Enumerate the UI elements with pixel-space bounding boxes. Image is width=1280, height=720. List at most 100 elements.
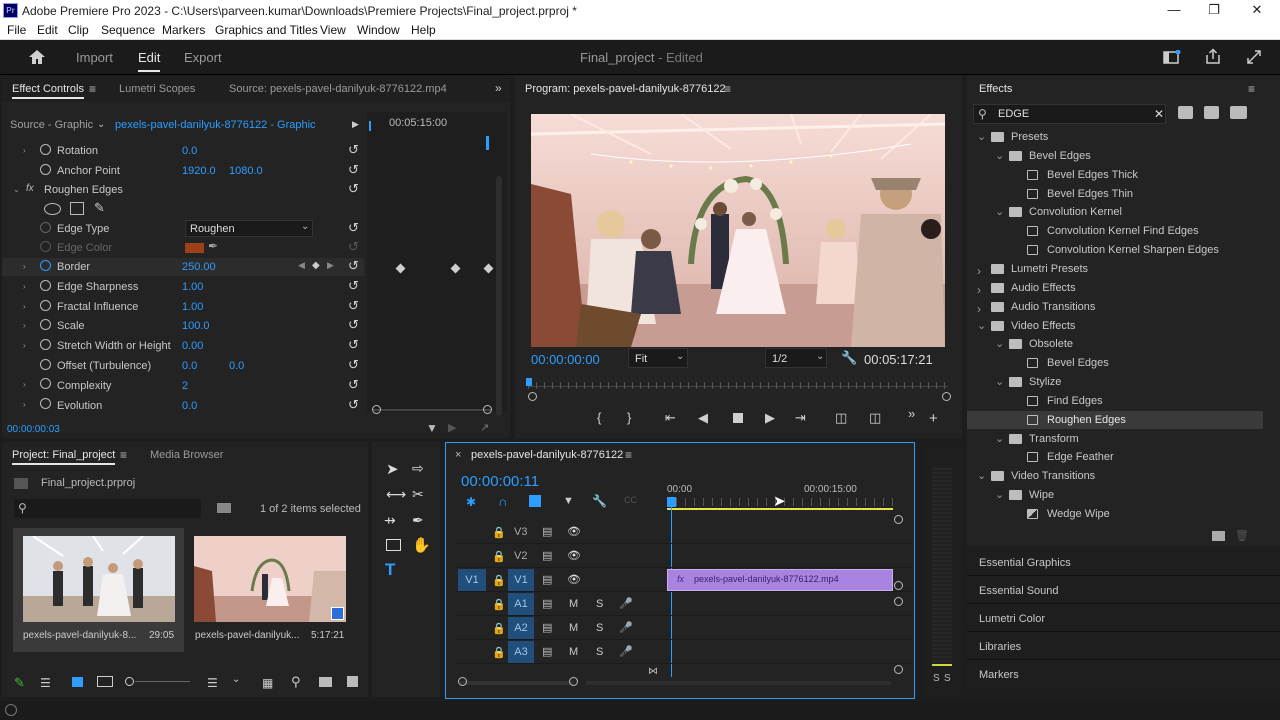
effects-menu-icon[interactable]: ≡	[1248, 82, 1255, 96]
sync-lock-icon[interactable]: ▤	[542, 597, 552, 610]
type-tool-icon[interactable]: T	[385, 560, 395, 580]
zoom-handle-left[interactable]	[528, 392, 537, 401]
hscroll-track[interactable]	[586, 681, 891, 685]
program-playhead[interactable]	[526, 378, 532, 386]
lock-icon[interactable]: 🔒	[492, 526, 506, 539]
effects-tree-item[interactable]: ⌄ Bevel Edges	[967, 147, 1263, 165]
sync-lock-icon[interactable]: ▤	[542, 525, 552, 538]
solo-button[interactable]: S	[596, 622, 603, 634]
fx-badge-icon[interactable]: fx	[26, 183, 34, 194]
tab-edit[interactable]: Edit	[138, 50, 161, 72]
reset-icon[interactable]: ↺	[348, 181, 359, 197]
yuv-effects-icon[interactable]	[1230, 106, 1247, 119]
stopwatch-icon[interactable]	[40, 319, 51, 330]
sync-lock-icon[interactable]: ▤	[542, 573, 552, 586]
effects-tree-item[interactable]: ⌄ Presets	[967, 128, 1263, 146]
stopwatch-icon[interactable]	[40, 378, 51, 389]
new-item-icon[interactable]	[347, 676, 358, 687]
vscroll-handle-top[interactable]	[894, 515, 903, 524]
zoom-handle-left[interactable]	[372, 405, 381, 414]
tab-lumetri-scopes[interactable]: Lumetri Scopes	[119, 83, 195, 95]
project-item-2[interactable]: pexels-pavel-danilyuk... 5:17:21	[191, 528, 356, 652]
new-bin-icon[interactable]	[319, 677, 332, 687]
expand-twisty-icon[interactable]: ›	[23, 146, 26, 155]
reset-icon[interactable]: ↺	[348, 142, 359, 158]
offset-x-value[interactable]: 0.0	[182, 360, 197, 372]
track-a3[interactable]: 🔒 A3 ▤ M S 🎤	[456, 641, 912, 664]
menu-graphics[interactable]: Graphics and Titles	[215, 23, 318, 37]
rectangle-mask-icon[interactable]	[70, 202, 84, 215]
effect-controls-timecode[interactable]: 00:00:00:03	[7, 424, 60, 435]
collapse-twisty-icon[interactable]: ⌄	[977, 130, 986, 143]
step-back-icon[interactable]: ◀	[698, 410, 708, 426]
reset-icon[interactable]: ↺	[348, 397, 359, 413]
effects-tree-item[interactable]: Bevel Edges Thin	[967, 185, 1263, 203]
stopwatch-icon[interactable]	[40, 339, 51, 350]
effects-tree-item[interactable]: › Audio Transitions	[967, 298, 1263, 316]
fractal-influence-value[interactable]: 1.00	[182, 301, 203, 313]
project-menu-icon[interactable]: ≡	[120, 448, 127, 462]
timeline-menu-icon[interactable]: ≡	[625, 448, 632, 462]
stopwatch-icon[interactable]	[40, 144, 51, 155]
fullscreen-icon[interactable]	[1246, 49, 1262, 68]
expand-twisty-icon[interactable]: ›	[977, 302, 981, 316]
mute-button[interactable]: M	[569, 646, 578, 658]
collapse-twisty-icon[interactable]: ⌄	[977, 469, 986, 482]
chevron-down-icon[interactable]: ⌄	[232, 674, 240, 685]
collapse-twisty-icon[interactable]: ⌄	[995, 375, 1004, 388]
reset-icon[interactable]: ↺	[348, 337, 359, 353]
expand-twisty-icon[interactable]: ›	[23, 380, 26, 389]
close-sequence-icon[interactable]: ×	[455, 449, 461, 461]
program-scrubber[interactable]	[526, 378, 948, 390]
audio-vscroll-handle-bottom[interactable]	[894, 665, 903, 674]
zoom-scrollbar-track[interactable]	[373, 409, 491, 411]
zoom-handle-right[interactable]	[483, 405, 492, 414]
expand-twisty-icon[interactable]: ›	[23, 321, 26, 330]
stopwatch-icon[interactable]	[40, 398, 51, 409]
collapse-twisty-icon[interactable]: ⌄	[13, 185, 20, 194]
minimize-button[interactable]: —	[1164, 2, 1184, 18]
expand-twisty-icon[interactable]: ›	[23, 400, 26, 409]
effects-tree-item[interactable]: ⌄ Convolution Kernel	[967, 203, 1263, 221]
accelerated-effects-icon[interactable]	[1178, 106, 1193, 119]
stretch-value[interactable]: 0.00	[182, 340, 203, 352]
new-bin-icon[interactable]	[1212, 531, 1225, 541]
reset-icon[interactable]: ↺	[348, 220, 359, 236]
eye-icon[interactable]: 👁	[567, 573, 581, 586]
stop-icon[interactable]	[733, 413, 743, 423]
linked-selection-icon[interactable]	[529, 495, 541, 507]
source-patch-v1[interactable]: V1	[458, 569, 486, 591]
32bit-effects-icon[interactable]	[1204, 106, 1219, 119]
solo-button[interactable]: S	[596, 598, 603, 610]
menu-sequence[interactable]: Sequence	[101, 23, 155, 37]
find-icon[interactable]: ⚲	[291, 674, 301, 690]
ellipse-mask-icon[interactable]	[44, 203, 61, 215]
edge-type-dropdown[interactable]: Roughen ⌄	[185, 220, 313, 237]
libraries-panel[interactable]: Libraries	[967, 632, 1280, 660]
stopwatch-icon[interactable]	[40, 300, 51, 311]
mute-button[interactable]: M	[569, 598, 578, 610]
prev-keyframe-icon[interactable]: ◀	[298, 260, 305, 271]
microphone-icon[interactable]: 🎤	[619, 645, 633, 658]
eyedropper-icon[interactable]: ✒	[208, 239, 218, 253]
eye-icon[interactable]: 👁	[567, 525, 581, 538]
mark-in-icon[interactable]: {	[597, 410, 601, 425]
workspaces-icon[interactable]	[1163, 49, 1181, 68]
track-label[interactable]: A2	[508, 617, 534, 639]
sync-lock-icon[interactable]: ▤	[542, 645, 552, 658]
tab-export[interactable]: Export	[184, 50, 222, 65]
edge-color-swatch[interactable]	[185, 243, 204, 253]
go-to-out-icon[interactable]: ⇥	[795, 410, 806, 426]
collapse-twisty-icon[interactable]: ⌄	[995, 149, 1004, 162]
keyframe-playhead[interactable]	[369, 121, 371, 131]
essential-graphics-panel[interactable]: Essential Graphics	[967, 548, 1280, 576]
resolution-dropdown[interactable]: 1/2 ⌄	[765, 348, 827, 368]
mark-out-icon[interactable]: }	[627, 410, 631, 425]
lock-icon[interactable]: 🔒	[492, 550, 506, 563]
effects-tree-item[interactable]: Bevel Edges	[967, 354, 1263, 372]
track-select-tool-icon[interactable]: ⇨	[412, 460, 424, 477]
effects-tree-item[interactable]: Bevel Edges Thick	[967, 166, 1263, 184]
lock-icon[interactable]: 🔒	[492, 574, 506, 587]
track-label[interactable]: A1	[508, 593, 534, 615]
lock-icon[interactable]: 🔒	[492, 646, 506, 659]
